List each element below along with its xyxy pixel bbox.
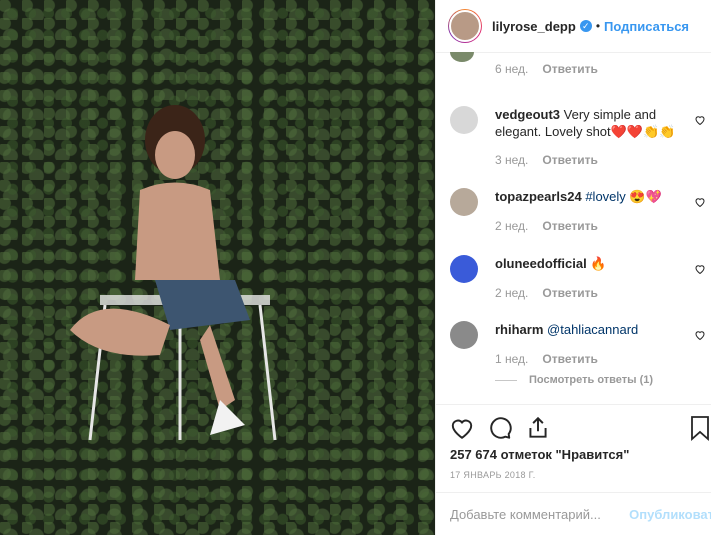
comment-time[interactable]: 1 нед. [495, 352, 528, 366]
comment-meta: 3 нед. Ответить [495, 153, 598, 167]
post-photo[interactable] [0, 0, 435, 535]
view-replies-button[interactable]: Посмотреть ответы (1) [495, 374, 653, 386]
comment-meta: 1 нед. Ответить [495, 352, 598, 366]
comment-time[interactable]: 2 нед. [495, 286, 528, 300]
commenter-username[interactable]: vedgeout3 [495, 107, 560, 122]
separator-dot: • [595, 19, 601, 33]
commenter-avatar[interactable] [450, 52, 474, 62]
comments-list[interactable]: 6 нед. Ответить vedgeout3 Very simple and… [436, 52, 711, 404]
replies-divider [495, 379, 517, 381]
comment-body[interactable]: #lovely 😍💖 [585, 189, 661, 204]
reply-button[interactable]: Ответить [542, 153, 597, 167]
post-header: lilyrose_depp ✓ • Подписаться [436, 0, 711, 53]
post-side-panel: lilyrose_depp ✓ • Подписаться 6 нед. Отве… [435, 0, 711, 535]
reply-button[interactable]: Ответить [542, 286, 597, 300]
comment-bubble-icon[interactable] [487, 415, 513, 441]
comment-text: topazpearls24 #lovely 😍💖 [495, 188, 686, 205]
commenter-avatar[interactable] [450, 255, 478, 283]
comment-input[interactable]: Добавьте комментарий... [450, 507, 601, 522]
comment-meta: 6 нед. Ответить [495, 62, 598, 76]
like-heart-icon[interactable] [449, 415, 475, 441]
reply-button[interactable]: Ответить [542, 62, 597, 76]
comment-body: 🔥 [590, 256, 607, 271]
like-comment-heart-icon[interactable] [694, 196, 706, 208]
author-username[interactable]: lilyrose_depp [492, 19, 576, 34]
commenter-username[interactable]: topazpearls24 [495, 189, 582, 204]
author-avatar[interactable] [448, 9, 482, 43]
comment-mention[interactable]: @tahliacannard [547, 322, 638, 337]
like-comment-heart-icon[interactable] [694, 114, 706, 126]
verified-badge-icon: ✓ [579, 20, 592, 32]
post-date: 17 ЯНВАРЬ 2018 Г. [450, 470, 536, 480]
comment-text: oluneedofficial 🔥 [495, 255, 686, 272]
comment-meta: 2 нед. Ответить [495, 286, 598, 300]
likes-count[interactable]: 257 674 отметок "Нравится" [450, 447, 629, 462]
reply-button[interactable]: Ответить [542, 219, 597, 233]
comment-time[interactable]: 3 нед. [495, 153, 528, 167]
comment-meta: 2 нед. Ответить [495, 219, 598, 233]
add-comment-bar: Добавьте комментарий... Опубликовать [436, 492, 711, 536]
publish-button[interactable]: Опубликовать [629, 507, 711, 522]
comment-text: rhiharm @tahliacannard [495, 321, 686, 338]
comment-time[interactable]: 6 нед. [495, 62, 528, 76]
reply-button[interactable]: Ответить [542, 352, 597, 366]
commenter-username[interactable]: rhiharm [495, 322, 543, 337]
commenter-username[interactable]: oluneedofficial [495, 256, 587, 271]
like-comment-heart-icon[interactable] [694, 263, 706, 275]
post-actions: 257 674 отметок "Нравится" 17 ЯНВАРЬ 201… [436, 404, 711, 480]
like-comment-heart-icon[interactable] [694, 329, 706, 341]
comment-time[interactable]: 2 нед. [495, 219, 528, 233]
bookmark-icon[interactable] [688, 415, 711, 441]
commenter-avatar[interactable] [450, 188, 478, 216]
commenter-avatar[interactable] [450, 106, 478, 134]
share-icon[interactable] [525, 415, 551, 441]
photo-subject [70, 105, 277, 441]
commenter-avatar[interactable] [450, 321, 478, 349]
follow-button[interactable]: Подписаться [604, 19, 689, 34]
comment-text: vedgeout3 Very simple and elegant. Lovel… [495, 106, 686, 140]
